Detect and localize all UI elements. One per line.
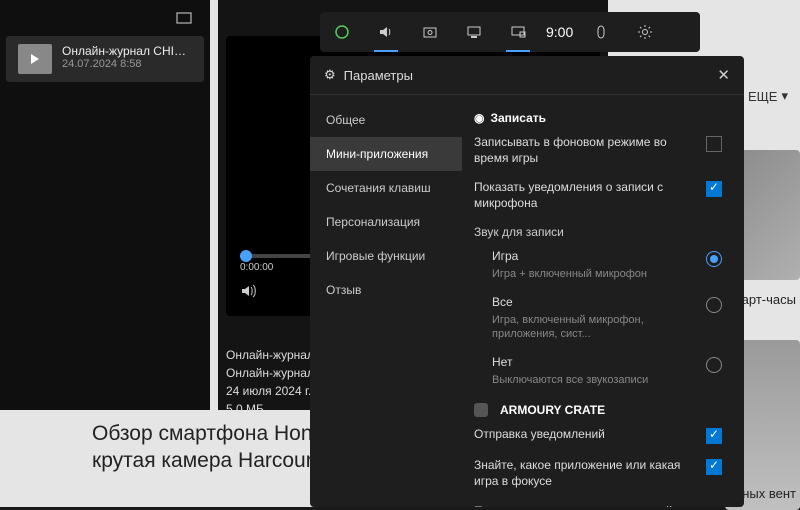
option-sub: Игра + включенный микрофон [492, 267, 696, 281]
capture-icon[interactable] [408, 12, 452, 52]
xbox-icon[interactable] [320, 12, 364, 52]
nav-general[interactable]: Общее [310, 103, 462, 137]
nav-gaming[interactable]: Игровые функции [310, 239, 462, 273]
row-label: Знайте, какое приложение или какая игра … [474, 458, 706, 489]
checkbox[interactable] [706, 136, 722, 152]
option-sub: Игра, включенный микрофон, приложения, с… [492, 313, 696, 342]
more-label: ЕЩЕ [748, 89, 778, 104]
section-armoury-crate: ARMOURY CRATE [474, 403, 722, 417]
option-label: Все [492, 295, 696, 311]
window-icon[interactable] [176, 10, 192, 29]
mouse-icon[interactable] [579, 12, 623, 52]
gallery-item-date: 24.07.2024 8:58 [62, 58, 192, 70]
nav-shortcuts[interactable]: Сочетания клавиш [310, 171, 462, 205]
settings-title: Параметры [344, 68, 413, 83]
gallery-item[interactable]: Онлайн-журнал CHIP — M... 24.07.2024 8:5… [6, 36, 204, 82]
more-menu[interactable]: ЕЩЕ ▾ [748, 88, 788, 104]
gear-icon: ⚙ [324, 67, 336, 83]
row-bg-record[interactable]: Записывать в фоновом режиме во время игр… [474, 135, 722, 166]
nav-widgets[interactable]: Мини-приложения [310, 137, 462, 171]
showmenu-title: Показать в меню мини-приложений [474, 504, 722, 507]
gallery-item-title: Онлайн-журнал CHIP — M... [62, 44, 192, 58]
performance-icon[interactable] [452, 12, 496, 52]
section-label: Записать [490, 111, 546, 125]
row-mic-notify[interactable]: Показать уведомления о записи с микрофон… [474, 180, 722, 211]
section-label: ARMOURY CRATE [500, 403, 605, 417]
radio[interactable] [706, 357, 722, 373]
xbox-game-bar: 9:00 [320, 12, 700, 52]
radio[interactable] [706, 251, 722, 267]
section-capture: ◉ Записать [474, 111, 722, 125]
audio-icon[interactable] [364, 12, 408, 52]
row-sound-none[interactable]: Нет Выключаются все звукозаписи [492, 355, 722, 387]
armoury-crate-icon [474, 403, 488, 417]
record-icon: ◉ [474, 111, 484, 125]
row-ac-focus[interactable]: Знайте, какое приложение или какая игра … [474, 458, 722, 489]
settings-panel: ⚙ Параметры ✕ Общее Мини-приложения Соче… [310, 56, 744, 507]
row-label: Показать уведомления о записи с микрофон… [474, 180, 706, 211]
option-sub: Выключаются все звукозаписи [492, 373, 696, 387]
settings-titlebar: ⚙ Параметры ✕ [310, 56, 744, 95]
close-button[interactable]: ✕ [717, 66, 730, 84]
option-label: Игра [492, 249, 696, 265]
clock: 9:00 [540, 24, 579, 40]
nav-feedback[interactable]: Отзыв [310, 273, 462, 307]
radio[interactable] [706, 297, 722, 313]
row-sound-all[interactable]: Все Игра, включенный микрофон, приложени… [492, 295, 722, 341]
nav-personalization[interactable]: Персонализация [310, 205, 462, 239]
capture-gallery-panel: Онлайн-журнал CHIP — M... 24.07.2024 8:5… [0, 0, 210, 410]
option-label: Нет [492, 355, 696, 371]
checkbox[interactable] [706, 428, 722, 444]
row-label: Отправка уведомлений [474, 427, 706, 443]
settings-content: ◉ Записать Записывать в фоновом режиме в… [462, 95, 744, 507]
settings-icon[interactable] [623, 12, 667, 52]
settings-nav: Общее Мини-приложения Сочетания клавиш П… [310, 95, 462, 507]
play-icon [31, 54, 39, 64]
seek-handle[interactable] [240, 250, 252, 262]
chevron-down-icon: ▾ [781, 88, 788, 104]
checkbox[interactable] [706, 181, 722, 197]
row-sound-game[interactable]: Игра Игра + включенный микрофон [492, 249, 722, 281]
gallery-thumbnail [18, 44, 52, 74]
row-ac-notify[interactable]: Отправка уведомлений [474, 427, 722, 444]
row-label: Записывать в фоновом режиме во время игр… [474, 135, 706, 166]
sound-title: Звук для записи [474, 225, 722, 239]
widgets-icon[interactable] [496, 12, 540, 52]
checkbox[interactable] [706, 459, 722, 475]
